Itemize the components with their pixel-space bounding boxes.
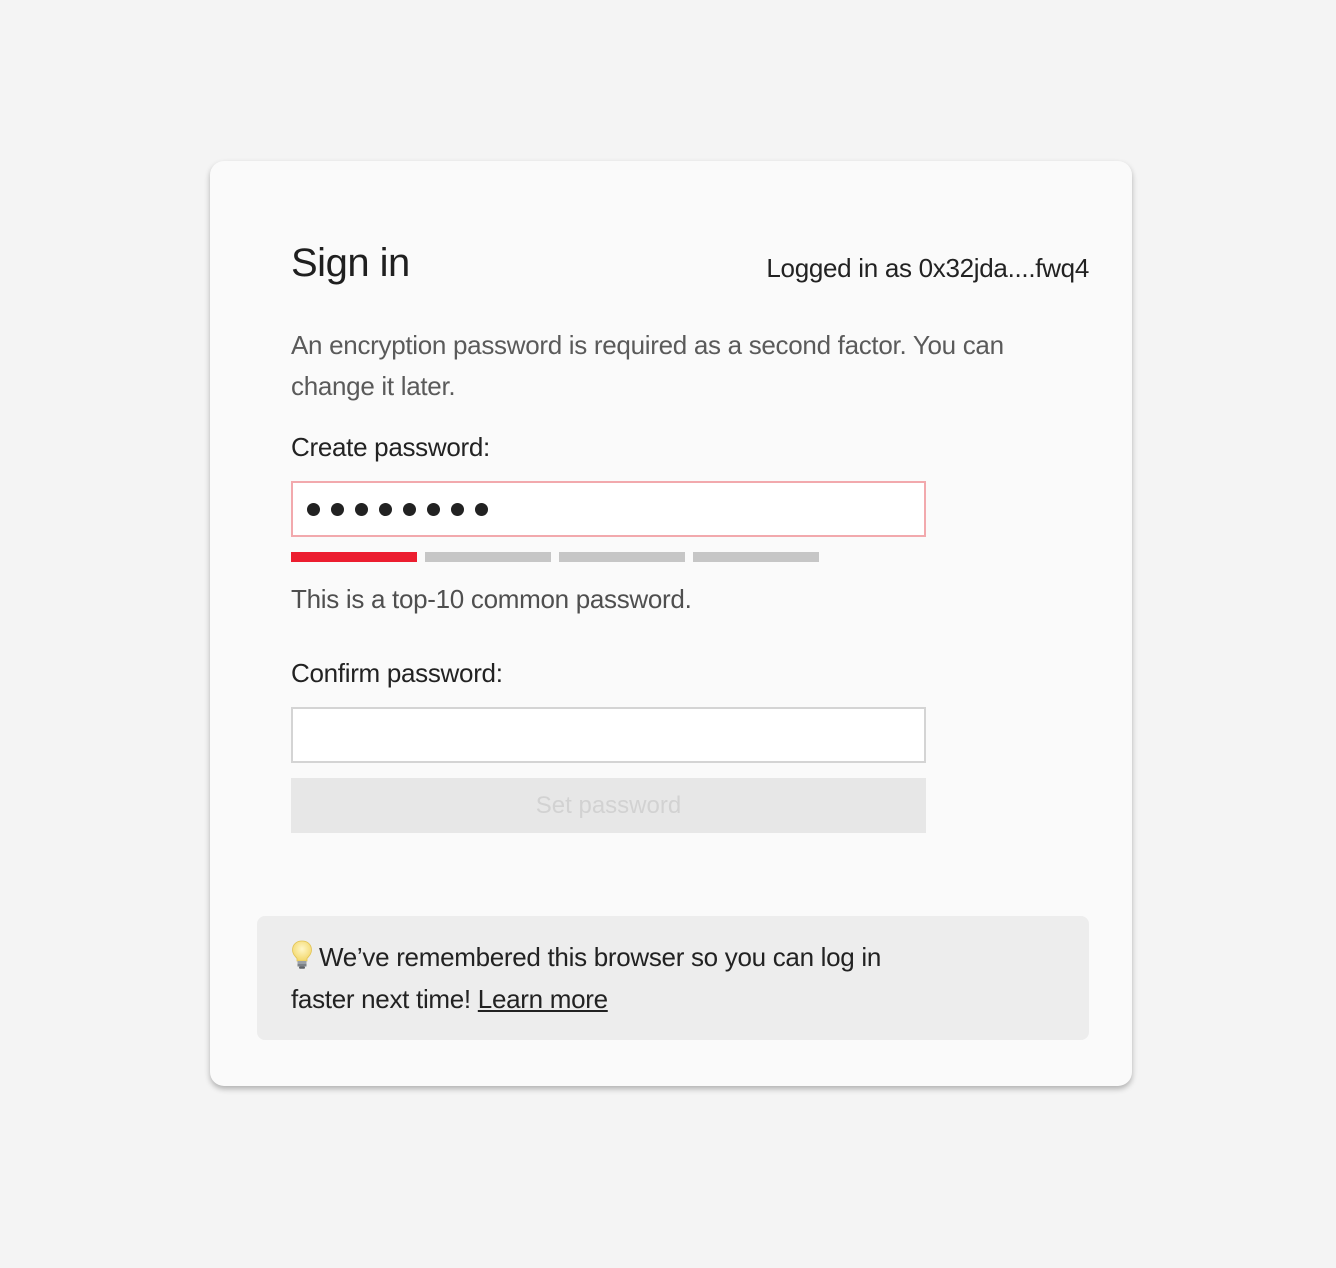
strength-segment — [291, 552, 417, 562]
password-mask-dot — [307, 502, 320, 516]
strength-segment — [559, 552, 685, 562]
password-mask-dot — [403, 502, 416, 516]
password-mask-dot — [379, 502, 392, 516]
strength-segment — [425, 552, 551, 562]
password-strength-message: This is a top-10 common password. — [291, 584, 692, 614]
create-password-label: Create password: — [291, 432, 490, 462]
lightbulb-icon — [292, 940, 312, 969]
page-title: Sign in — [291, 241, 410, 285]
description-text: An encryption password is required as a … — [291, 330, 1004, 401]
password-mask-dot — [331, 502, 344, 516]
password-mask-dot — [427, 502, 440, 516]
logged-in-account: Logged in as 0x32jda....fwq4 — [766, 253, 1089, 283]
password-mask — [307, 502, 488, 516]
set-password-button[interactable]: Set password — [291, 778, 926, 833]
sign-in-card: Sign in Logged in as 0x32jda....fwq4 An … — [210, 161, 1132, 1086]
password-mask-dot — [451, 502, 464, 516]
confirm-password-input[interactable] — [291, 707, 926, 763]
create-password-input[interactable] — [291, 481, 926, 537]
confirm-password-label: Confirm password: — [291, 658, 503, 688]
learn-more-link[interactable]: Learn more — [478, 984, 608, 1014]
strength-segment — [693, 552, 819, 562]
remembered-browser-notice: We’ve remembered this browser so you can… — [257, 916, 1089, 1040]
password-strength-meter — [291, 552, 821, 562]
password-mask-dot — [355, 502, 368, 516]
password-mask-dot — [475, 502, 488, 516]
